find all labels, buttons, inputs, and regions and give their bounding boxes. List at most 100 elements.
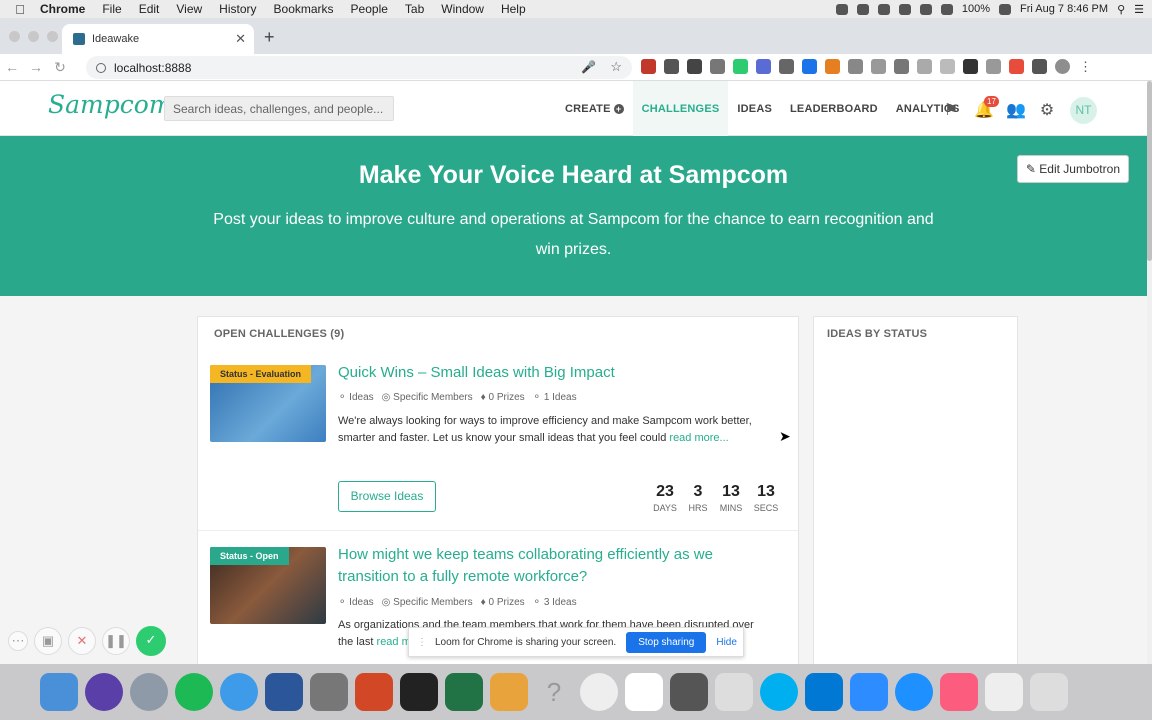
flag-icon[interactable]: ⚑ [942,102,960,120]
battery-icon[interactable] [999,3,1012,15]
terminal-icon[interactable] [400,673,438,711]
menu-window[interactable]: Window [441,2,484,16]
forward-icon[interactable]: → [24,59,48,75]
control-center-icon[interactable]: ☰ [1134,3,1144,16]
browse-ideas-button[interactable]: Browse Ideas [338,481,436,512]
extension-icon[interactable] [871,59,886,74]
reload-icon[interactable]: ↻ [48,59,72,76]
extension-icon[interactable] [963,59,978,74]
word-icon[interactable] [265,673,303,711]
site-info-icon[interactable] [96,62,106,73]
safari-icon[interactable] [895,673,933,711]
menu-edit[interactable]: Edit [139,2,160,16]
scrollbar-thumb[interactable] [1147,81,1152,261]
skype-icon[interactable] [760,673,798,711]
drag-handle-icon[interactable]: ⋮ [417,637,427,648]
launchpad-icon[interactable] [130,673,168,711]
global-search-input[interactable]: Search ideas, challenges, and people... [164,96,394,121]
extension-icon[interactable] [917,59,932,74]
extensions-puzzle-icon[interactable] [1032,59,1047,74]
wifi-icon[interactable] [919,3,932,15]
tray-icon[interactable] [835,3,848,15]
bluetooth-icon[interactable] [898,3,911,15]
hide-sharing-bar-button[interactable]: Hide [716,637,737,648]
pause-recording-icon[interactable]: ❚❚ [102,627,130,655]
screenshot-app-icon[interactable] [670,673,708,711]
minimize-window-icon[interactable] [28,31,39,42]
extension-icon[interactable] [710,59,725,74]
challenge-title[interactable]: Quick Wins – Small Ideas with Big Impact [338,362,758,384]
nav-leaderboard[interactable]: LEADERBOARD [781,81,887,136]
page-scrollbar[interactable] [1147,81,1152,664]
tray-icon[interactable] [877,3,890,15]
nav-create[interactable]: CREATE + [556,81,633,136]
menu-history[interactable]: History [219,2,256,16]
spotify-icon[interactable] [175,673,213,711]
microphone-icon[interactable]: 🎤 [581,60,596,74]
extension-icon[interactable] [940,59,955,74]
bookmark-star-icon[interactable]: ☆ [610,59,622,75]
cancel-recording-icon[interactable]: ✕ [68,627,96,655]
user-avatar[interactable]: NT [1070,97,1097,124]
back-icon[interactable]: ← [0,59,24,75]
excel-icon[interactable] [445,673,483,711]
extension-icon[interactable] [756,59,771,74]
gear-icon[interactable]: ⚙ [1038,102,1056,120]
menu-tab[interactable]: Tab [405,2,424,16]
clock[interactable]: Fri Aug 7 8:46 PM [1020,3,1108,15]
extension-icon[interactable] [894,59,909,74]
spotlight-search-icon[interactable]: ⚲ [1117,3,1125,16]
zoom-icon[interactable] [850,673,888,711]
menu-bookmarks[interactable]: Bookmarks [274,2,334,16]
menu-people[interactable]: People [351,2,388,16]
volume-icon[interactable] [940,3,953,15]
messages-icon[interactable] [220,673,258,711]
challenge-title[interactable]: How might we keep teams collaborating ef… [338,544,738,588]
extension-icon[interactable] [802,59,817,74]
finish-recording-icon[interactable]: ✓ [136,626,166,656]
nav-ideas[interactable]: IDEAS [728,81,781,136]
preview-icon[interactable] [715,673,753,711]
new-tab-icon[interactable]: + [264,27,275,48]
trash-icon[interactable] [1030,673,1068,711]
stop-sharing-button[interactable]: Stop sharing [626,631,707,653]
challenge-thumbnail[interactable]: Status - Evaluation [210,365,326,442]
itunes-icon[interactable] [940,673,978,711]
chrome-icon[interactable] [580,673,618,711]
address-bar[interactable]: localhost:8888 🎤 ☆ [86,56,632,79]
extension-icon[interactable] [1009,59,1024,74]
menu-help[interactable]: Help [501,2,526,16]
unknown-app-icon[interactable]: ? [535,673,573,711]
menu-app-name[interactable]: Chrome [40,2,85,16]
siri-icon[interactable] [85,673,123,711]
zoom-window-icon[interactable] [47,31,58,42]
extension-icon[interactable] [986,59,1001,74]
finder-icon[interactable] [40,673,78,711]
extension-icon[interactable] [848,59,863,74]
battery-level[interactable]: 100% [962,3,990,15]
extension-icon[interactable] [687,59,702,74]
extension-icon[interactable] [779,59,794,74]
bell-icon[interactable]: 🔔 17 [974,95,999,120]
edit-jumbotron-button[interactable]: ✎ Edit Jumbotron [1016,155,1129,183]
documents-stack-icon[interactable] [985,673,1023,711]
evernote-extension-icon[interactable] [733,59,748,74]
apple-menu-icon[interactable]:  [0,2,40,17]
extension-icon[interactable] [664,59,679,74]
powerpoint-icon[interactable] [355,673,393,711]
tray-icon[interactable] [856,3,869,15]
sublime-text-icon[interactable] [490,673,528,711]
close-window-icon[interactable] [9,31,20,42]
profile-avatar-icon[interactable] [1055,59,1070,74]
system-preferences-icon[interactable] [310,673,348,711]
challenge-thumbnail[interactable]: Status - Open [210,547,326,624]
extension-icon[interactable] [641,59,656,74]
close-tab-icon[interactable]: ✕ [235,31,246,47]
browser-tab[interactable]: Ideawake ✕ [62,24,254,54]
chrome-menu-icon[interactable]: ⋮ [1078,59,1093,74]
nav-challenges[interactable]: CHALLENGES [632,81,729,136]
menu-view[interactable]: View [176,2,202,16]
vscode-icon[interactable] [805,673,843,711]
read-more-link[interactable]: read more... [669,432,728,444]
extension-icon[interactable] [825,59,840,74]
